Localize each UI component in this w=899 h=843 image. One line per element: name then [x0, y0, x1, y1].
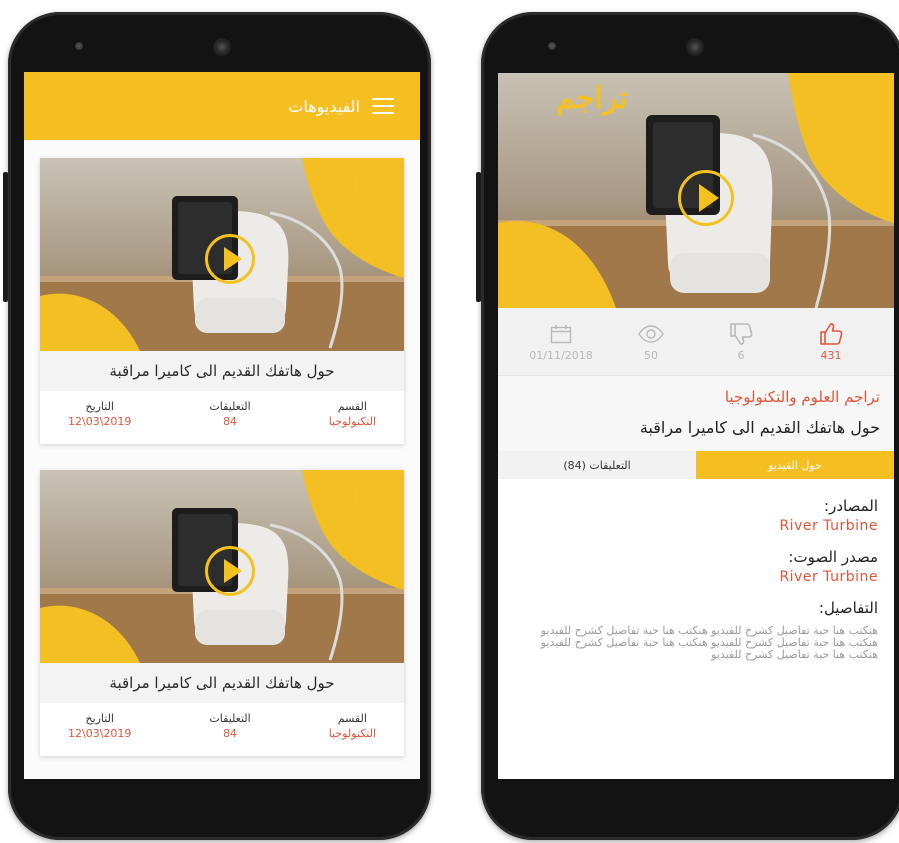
date-field: التاريخ 2019\03\12 [68, 400, 131, 428]
video-card[interactable]: تراجم حول هاتفك القديم الى كاميرا مراقبة… [40, 158, 404, 444]
category-field: القسم التكنولوجيا [329, 400, 376, 428]
brand-logo: تراجم [556, 81, 628, 116]
views-stat: 50 [611, 322, 691, 362]
likes-count: 431 [820, 348, 842, 362]
eye-icon [611, 322, 691, 346]
speaker-grille [213, 38, 231, 56]
volume-button [476, 172, 481, 302]
video-title: حول هاتفك القديم الى كاميرا مراقبة [40, 663, 404, 703]
thumbs-down-icon[interactable] [701, 322, 781, 346]
date-field: التاريخ 2019\03\12 [68, 712, 131, 740]
publish-date: 01/11/2018 [529, 348, 593, 362]
brand-logo: تراجم [319, 482, 382, 512]
comments-value: 84 [223, 415, 238, 428]
category-value[interactable]: التكنولوجيا [329, 727, 376, 740]
video-meta: القسم التكنولوجيا التعليقات 84 التاريخ 2… [40, 391, 404, 428]
video-title: حول هاتفك القديم الى كاميرا مراقبة [40, 351, 404, 391]
category-field: القسم التكنولوجيا [329, 712, 376, 740]
date-stat: 01/11/2018 [521, 322, 601, 362]
video-detail-screen: تراجم 431 6 50 01/11/2018 تراجم العلوم و… [498, 73, 894, 779]
video-title: حول هاتفك القديم الى كاميرا مراقبة [639, 418, 880, 437]
video-thumbnail[interactable]: تراجم [40, 470, 404, 663]
play-icon[interactable] [205, 546, 255, 596]
date-value: 2019\03\12 [68, 727, 132, 740]
calendar-icon [521, 322, 601, 346]
video-thumbnail[interactable]: تراجم [40, 158, 404, 351]
comments-field: التعليقات 84 [209, 712, 250, 740]
phone-frame-right: تراجم 431 6 50 01/11/2018 تراجم العلوم و… [476, 12, 899, 840]
date-label: التاريخ [85, 400, 114, 413]
phone-frame-left: الفيديوهات تراجم حول هاتفك القديم الى كا… [3, 12, 431, 840]
tab-about-video[interactable]: حول الفيديو [696, 451, 894, 479]
page-title: الفيديوهات [288, 96, 360, 116]
video-details: المصادر: River Turbine مصدر الصوت: River… [498, 479, 894, 661]
comments-label: التعليقات [209, 712, 251, 725]
like-stat[interactable]: 431 [791, 322, 871, 362]
comments-field: التعليقات 84 [209, 400, 250, 428]
front-camera [548, 42, 556, 50]
volume-button [3, 172, 8, 302]
details-label: التفاصيل: [818, 599, 878, 617]
comments-label: التعليقات [209, 400, 251, 413]
video-card[interactable]: تراجم حول هاتفك القديم الى كاميرا مراقبة… [40, 470, 404, 756]
category-label: القسم [337, 400, 367, 413]
category-value[interactable]: التكنولوجيا [329, 415, 376, 428]
hamburger-menu-icon[interactable] [372, 98, 394, 114]
category-label: القسم [337, 712, 367, 725]
front-camera [75, 42, 83, 50]
speaker-grille [686, 38, 704, 56]
dislikes-count: 6 [737, 348, 745, 362]
brand-logo: تراجم [319, 170, 382, 200]
video-player[interactable]: تراجم [498, 73, 894, 308]
date-label: التاريخ [85, 712, 114, 725]
video-stats-bar: 431 6 50 01/11/2018 [498, 308, 894, 375]
comments-value: 84 [223, 727, 238, 740]
videos-list-screen: الفيديوهات تراجم حول هاتفك القديم الى كا… [24, 72, 420, 779]
audio-source-value[interactable]: River Turbine [514, 569, 878, 585]
tab-comments[interactable]: التعليقات (84) [498, 451, 696, 479]
date-value: 2019\03\12 [68, 415, 132, 428]
dislike-stat[interactable]: 6 [701, 322, 781, 362]
thumbs-up-icon[interactable] [791, 322, 871, 346]
category-title[interactable]: تراجم العلوم والتكنولوجيا [512, 388, 880, 406]
views-count: 50 [644, 348, 658, 362]
app-bar: الفيديوهات [24, 72, 420, 140]
video-meta: القسم التكنولوجيا التعليقات 84 التاريخ 2… [40, 703, 404, 740]
details-body: هنكتب هنا حبة تفاصيل كشرح للفيديو هنكتب … [540, 624, 878, 661]
video-list: تراجم حول هاتفك القديم الى كاميرا مراقبة… [24, 140, 420, 779]
video-info: تراجم العلوم والتكنولوجيا حول هاتفك القد… [498, 375, 894, 451]
play-icon[interactable] [205, 234, 255, 284]
play-icon[interactable] [678, 170, 734, 226]
audio-source-label: مصدر الصوت: [788, 548, 878, 566]
detail-tabs: حول الفيديو التعليقات (84) [498, 451, 894, 479]
sources-label: المصادر: [824, 497, 878, 515]
sources-value[interactable]: River Turbine [514, 518, 878, 534]
